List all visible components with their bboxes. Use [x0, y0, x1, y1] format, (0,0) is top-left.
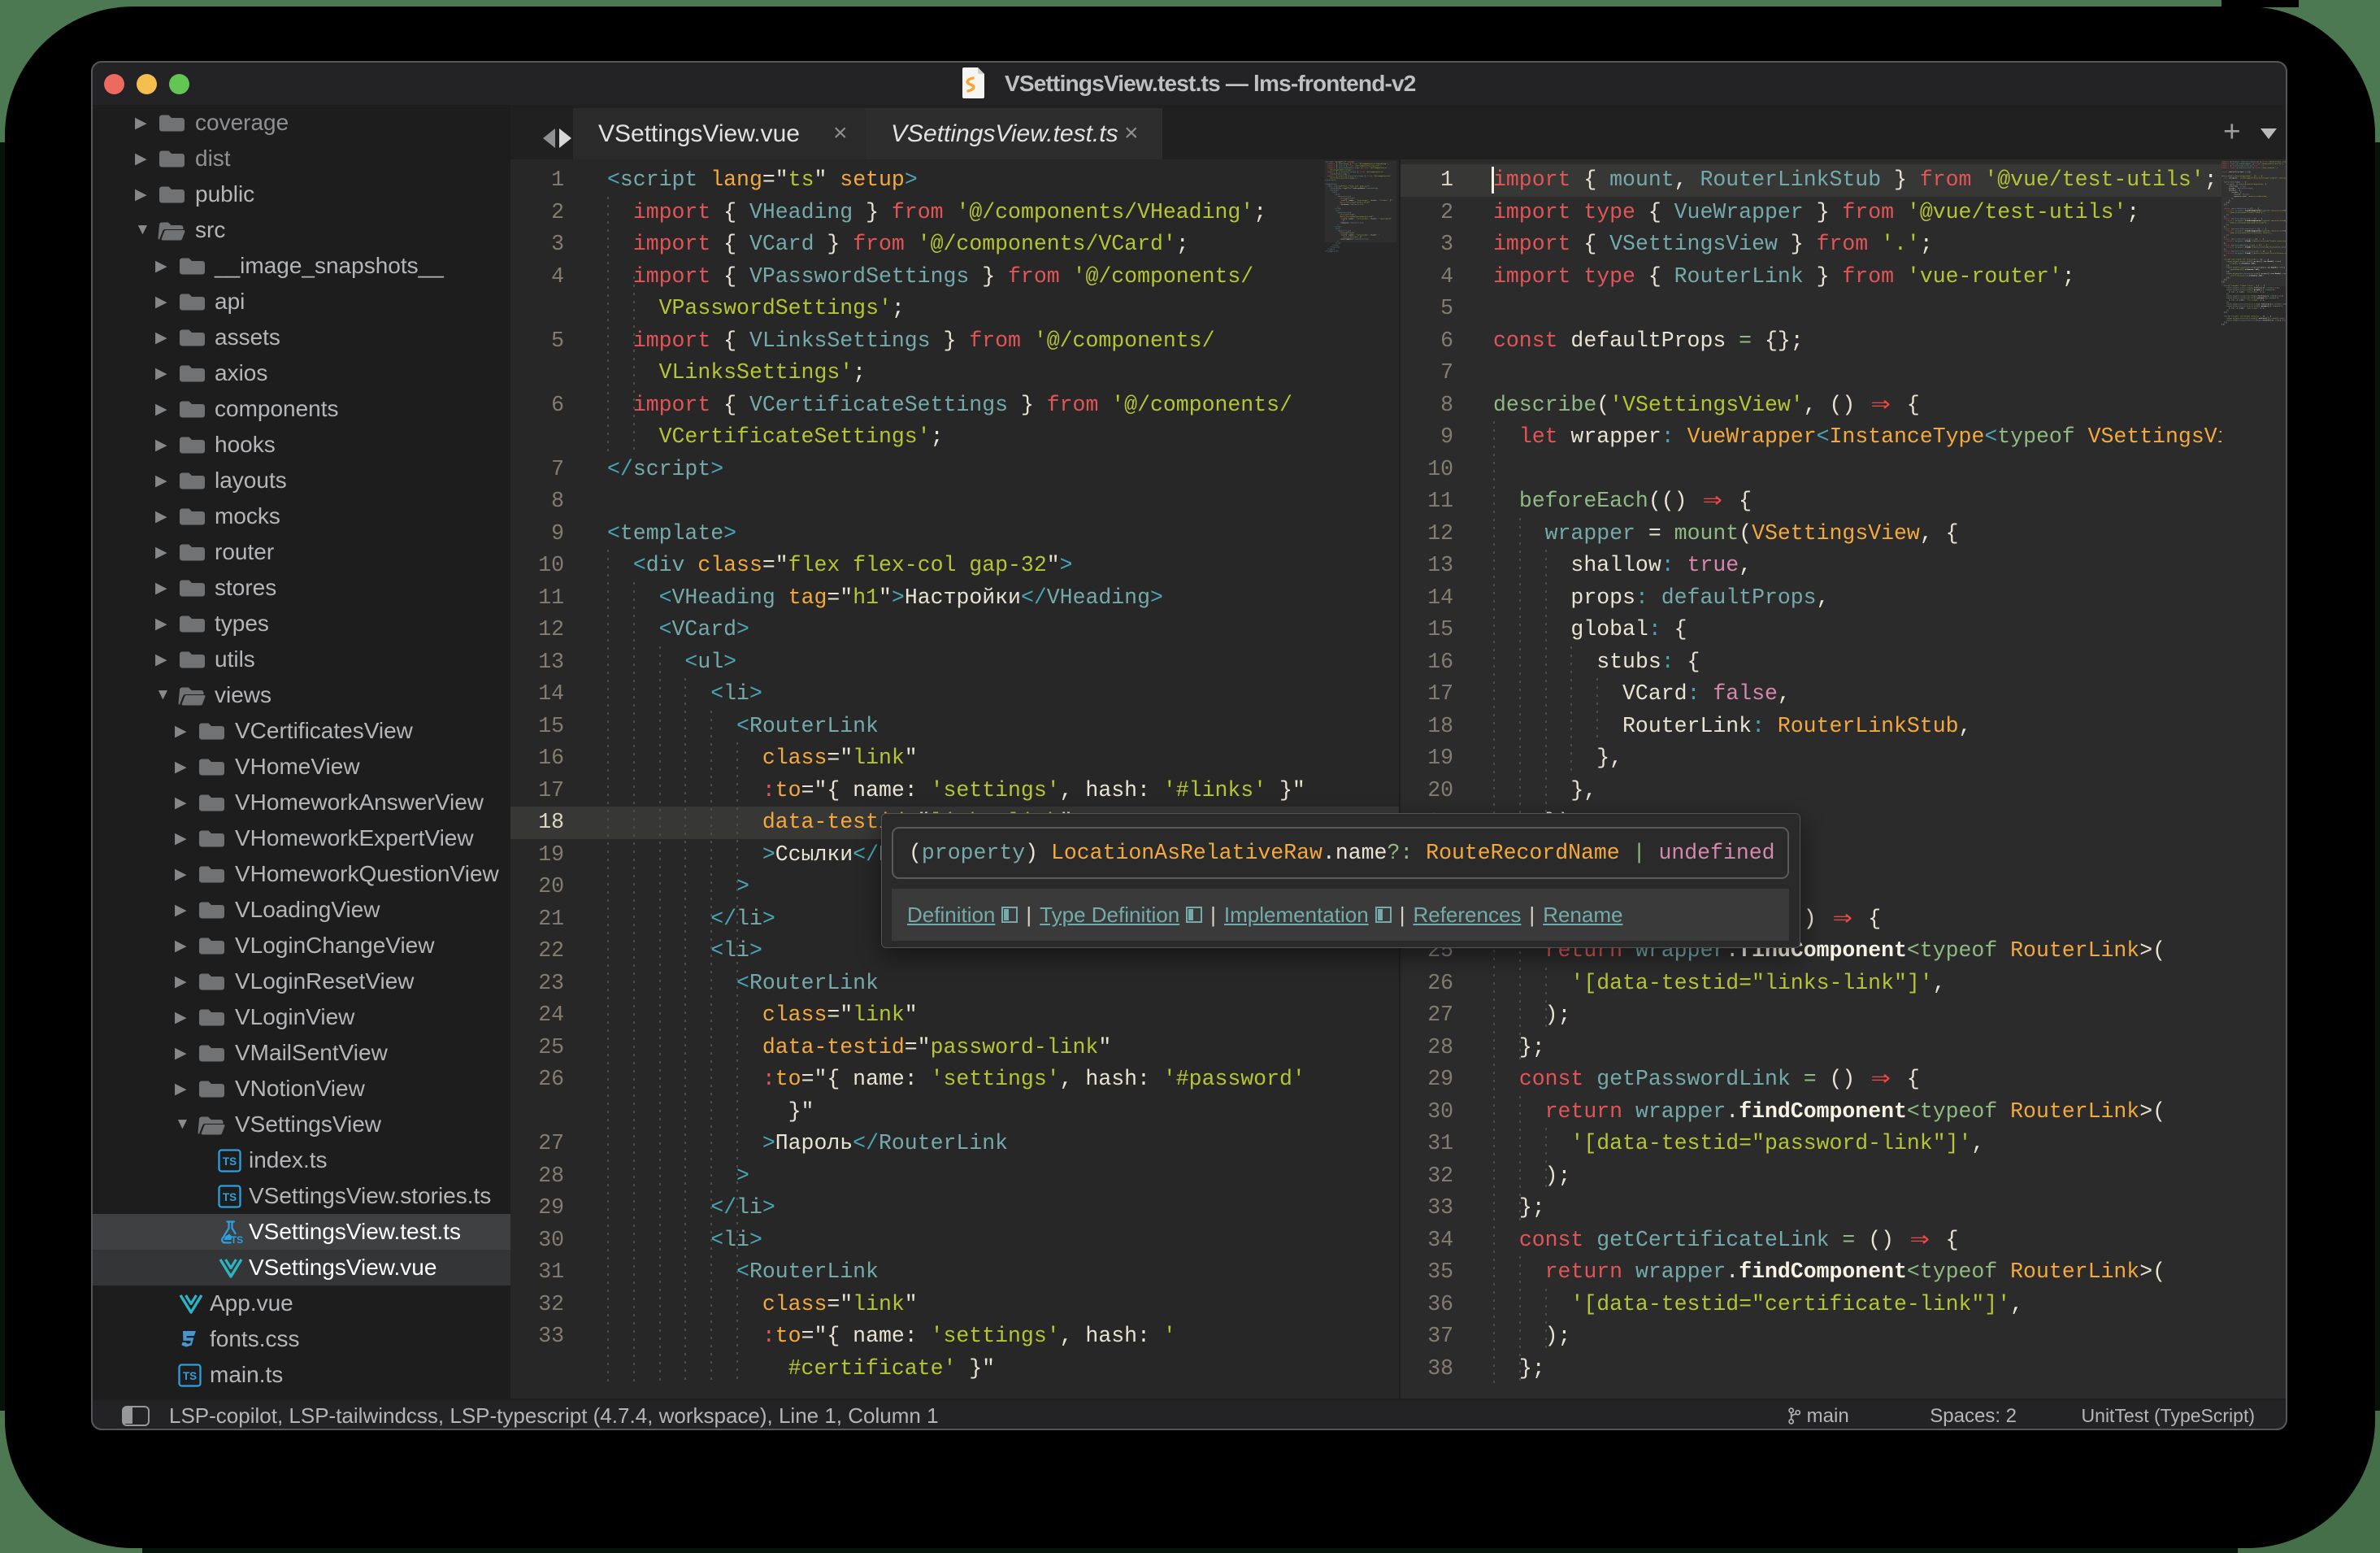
svg-text:TS: TS [183, 1370, 197, 1382]
svg-text:TS: TS [231, 1234, 243, 1245]
svg-text:TS: TS [223, 1191, 237, 1203]
svg-text:TS: TS [223, 1155, 237, 1168]
